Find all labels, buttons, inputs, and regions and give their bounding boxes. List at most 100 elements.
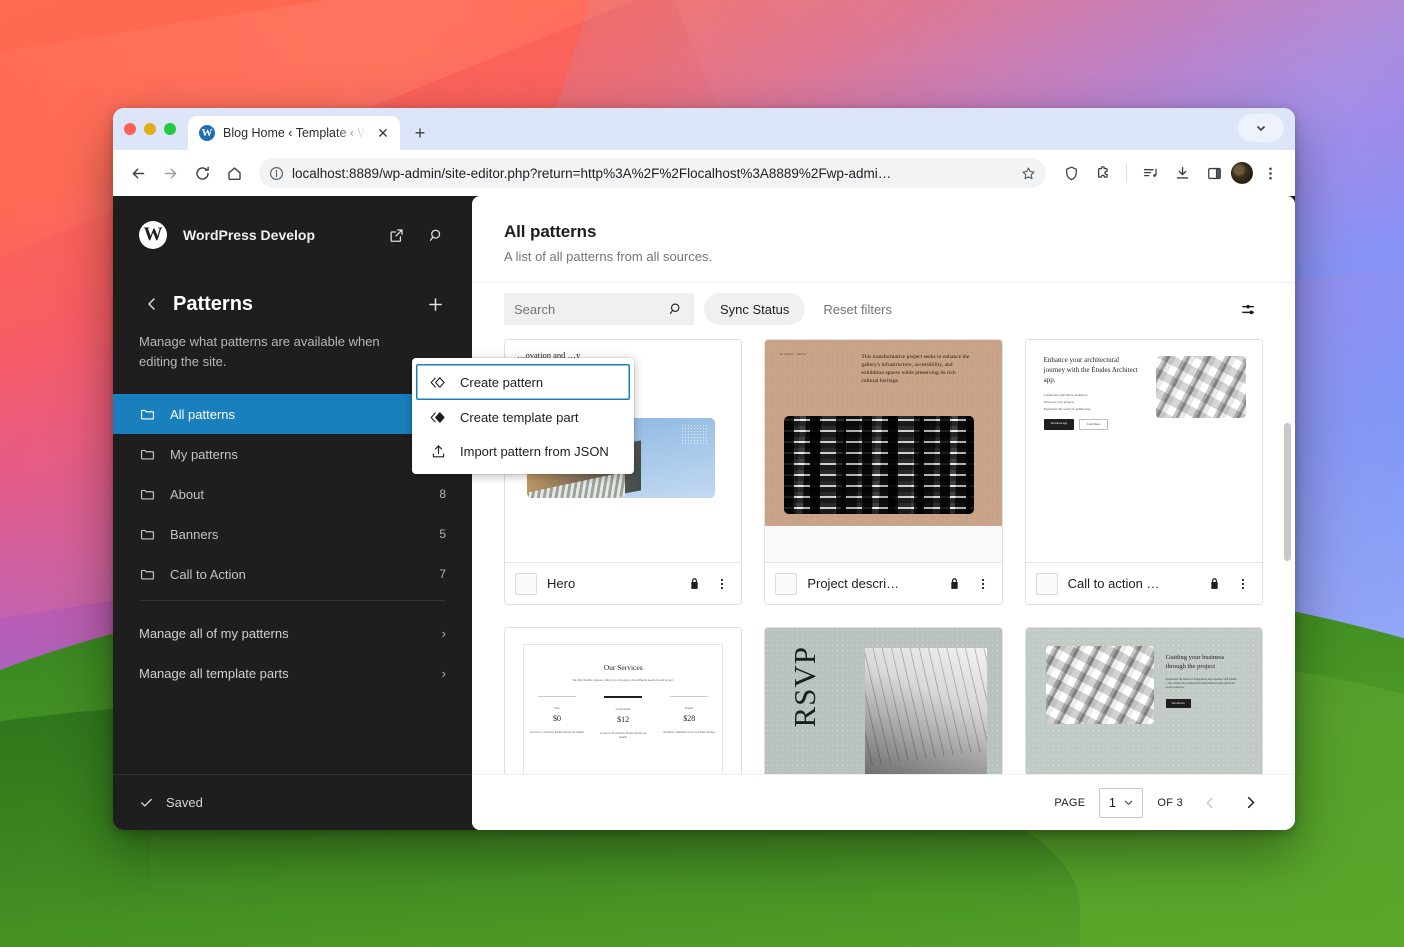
preview-tier-name: Expert — [685, 706, 694, 710]
menu-item-import-pattern-from-json[interactable]: Import pattern from JSON — [416, 434, 630, 468]
download-icon[interactable] — [1167, 158, 1197, 188]
back-arrow-icon[interactable] — [123, 158, 153, 188]
preview-tier-desc: Access to 20 exclusive Études articles p… — [599, 732, 647, 740]
pattern-preview: Our Services We offer flexible options, … — [505, 628, 742, 774]
plus-icon[interactable]: + — [406, 116, 434, 150]
chevron-left-icon[interactable] — [139, 291, 165, 317]
wordpress-icon[interactable]: W — [139, 221, 167, 249]
media-playlist-icon[interactable] — [1135, 158, 1165, 188]
next-page-button[interactable] — [1237, 790, 1263, 816]
pattern-card-footer: Project descri… — [765, 562, 1002, 604]
pattern-icon — [428, 374, 448, 391]
sidebar-item-count: 8 — [439, 487, 446, 502]
page-select[interactable]: 1 — [1099, 787, 1144, 818]
reset-filters-button[interactable]: Reset filters — [815, 302, 900, 317]
search-icon[interactable] — [424, 223, 448, 247]
sidebar-item-call-to-action[interactable]: Call to Action 7 — [113, 554, 472, 594]
shield-icon[interactable] — [1056, 158, 1086, 188]
preview-image — [1155, 356, 1246, 418]
page-title: Patterns — [173, 292, 254, 315]
sidebar-item-label: Call to Action — [170, 566, 246, 582]
browser-toolbar: localhost:8889/wp-admin/site-editor.php?… — [113, 150, 1295, 196]
kebab-menu-icon[interactable] — [713, 577, 731, 591]
address-bar[interactable]: localhost:8889/wp-admin/site-editor.php?… — [259, 158, 1046, 188]
external-link-icon[interactable] — [384, 223, 408, 247]
add-pattern-button[interactable] — [422, 291, 448, 317]
sync-status-filter-button[interactable]: Sync Status — [704, 293, 806, 325]
preview-heading: RSVP — [787, 646, 823, 728]
pattern-thumbnail — [775, 572, 798, 595]
preview-tier-name: Connoisseur — [615, 707, 631, 711]
search-input[interactable]: Search — [504, 293, 694, 325]
pattern-card[interactable]: RSVP — [764, 627, 1003, 774]
manage-link-label: Manage all of my patterns — [139, 625, 289, 641]
folder-icon — [139, 446, 156, 463]
minimize-window-button[interactable] — [144, 123, 156, 135]
sidebar-item-featured[interactable]: Featured 11 — [113, 594, 472, 596]
previous-page-button[interactable] — [1197, 790, 1223, 816]
toolbar-divider — [1126, 164, 1127, 182]
close-icon[interactable]: ✕ — [374, 124, 392, 142]
menu-item-label: Create template part — [460, 409, 579, 425]
profile-avatar-icon[interactable] — [1231, 162, 1253, 184]
window-controls — [124, 108, 188, 150]
maximize-window-button[interactable] — [164, 123, 176, 135]
browser-tab[interactable]: W Blog Home ‹ Template ‹ Word ✕ — [188, 116, 400, 150]
pattern-card-footer: Call to action … — [1025, 562, 1262, 604]
sidebar-item-count: 7 — [439, 567, 446, 582]
preview-subtitle: We offer flexible options, which you can… — [572, 678, 674, 682]
pattern-card[interactable]: Art Gallery — Interior This transformati… — [764, 339, 1003, 605]
pattern-title: Call to action … — [1067, 576, 1160, 591]
pattern-card[interactable]: Guiding your business through the projec… — [1024, 627, 1263, 774]
save-status-bar[interactable]: Saved — [113, 774, 472, 830]
manage-links: Manage all of my patterns › Manage all t… — [113, 613, 472, 693]
tab-strip: W Blog Home ‹ Template ‹ Word ✕ + — [113, 108, 1295, 150]
pattern-card[interactable]: Our Services We offer flexible options, … — [504, 627, 743, 774]
chevron-down-icon[interactable] — [1238, 114, 1284, 142]
home-icon[interactable] — [219, 158, 249, 188]
pattern-preview: Art Gallery — Interior This transformati… — [765, 340, 1002, 562]
sliders-icon[interactable] — [1235, 295, 1263, 323]
preview-tier: Free $0 Access to 5 exclusive Études art… — [524, 696, 590, 740]
chevron-down-icon — [1123, 797, 1134, 808]
side-panel-icon[interactable] — [1199, 158, 1229, 188]
patterns-sidebar: W WordPress Develop Patterns Manage what… — [113, 196, 472, 830]
upload-icon — [428, 443, 448, 460]
preview-tier-name: Free — [554, 706, 560, 710]
preview-tier-price: $12 — [617, 715, 630, 724]
preview-tier: Connoisseur $12 Access to 20 exclusive É… — [590, 696, 656, 740]
sidebar-item-label: My patterns — [170, 446, 238, 462]
search-placeholder: Search — [514, 301, 556, 317]
forward-arrow-icon[interactable] — [155, 158, 185, 188]
sidebar-item-about[interactable]: About 8 — [113, 474, 472, 514]
preview-body: Experience the fusion of imagination and… — [1165, 677, 1237, 690]
sidebar-item-label: About — [170, 486, 204, 502]
wordpress-icon: W — [199, 125, 215, 141]
preview-tier: Expert $28 Exclusive, unlimited access t… — [656, 696, 722, 740]
more-menu-icon[interactable] — [1255, 158, 1285, 188]
pattern-title: Hero — [547, 576, 576, 591]
kebab-menu-icon[interactable] — [974, 577, 992, 591]
reload-icon[interactable] — [187, 158, 217, 188]
menu-item-label: Import pattern from JSON — [460, 443, 609, 459]
sidebar-divider — [139, 600, 446, 602]
pattern-card[interactable]: Enhance your architectural journey with … — [1024, 339, 1263, 605]
site-info-icon[interactable] — [269, 166, 284, 181]
sidebar-description: Manage what patterns are available when … — [139, 334, 380, 370]
menu-item-create-template-part[interactable]: Create template part — [416, 400, 630, 434]
filters-bar: Search Sync Status Reset filters — [472, 282, 1295, 339]
sidebar-title-row: Patterns — [113, 256, 472, 317]
kebab-menu-icon[interactable] — [1234, 577, 1252, 591]
current-page-value: 1 — [1108, 795, 1116, 810]
extensions-icon[interactable] — [1088, 158, 1118, 188]
star-icon[interactable] — [1021, 166, 1036, 181]
close-window-button[interactable] — [124, 123, 136, 135]
vertical-scrollbar[interactable] — [1284, 423, 1291, 561]
pattern-preview: Guiding your business through the projec… — [1025, 628, 1262, 774]
sidebar-item-banners[interactable]: Banners 5 — [113, 514, 472, 554]
folder-icon — [139, 486, 156, 503]
menu-item-create-pattern[interactable]: Create pattern — [416, 364, 630, 400]
sidebar-item-manage-my-patterns[interactable]: Manage all of my patterns › — [113, 613, 472, 653]
preview-button: Our services — [1165, 698, 1191, 708]
sidebar-item-manage-template-parts[interactable]: Manage all template parts › — [113, 653, 472, 693]
